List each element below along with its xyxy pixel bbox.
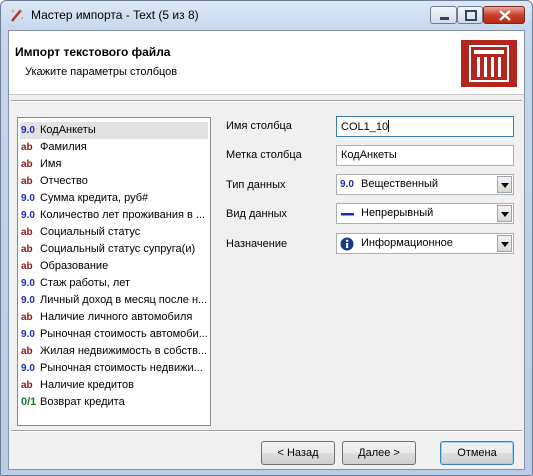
maximize-icon [465,10,477,21]
numeric-type-icon: 9.0 [21,210,35,221]
close-icon [499,10,511,21]
column-name-value: COL1_10 [341,121,389,133]
numeric-type-icon: 9.0 [21,125,35,136]
maximize-button[interactable] [457,6,483,24]
column-list-item-label: Фамилия [40,141,87,153]
cancel-button[interactable]: Отмена [440,441,514,465]
numeric-type-icon: 9.0 [21,329,35,340]
continuous-dash-icon [341,213,354,216]
next-button[interactable]: Далее > [342,441,416,465]
column-list-item[interactable]: ab Наличие личного автомобиля [20,309,208,326]
columns-list[interactable]: 9.0 КодАнкеты ab Фамилия ab Имя ab Отчество 9.0 С… [17,117,211,426]
column-list-item[interactable]: ab Жилая недвижимость в собств... [20,343,208,360]
back-button[interactable]: < Назад [261,441,335,465]
window-title: Мастер импорта - Text (5 из 8) [31,8,199,22]
data-type-value: Вещественный [361,178,439,190]
wizard-step-title: Импорт текстового файла [15,45,171,59]
column-list-item[interactable]: 9.0 КодАнкеты [20,122,208,139]
column-list-item-label: Наличие кредитов [40,379,134,391]
column-list-item-label: Рыночная стоимость автомоби... [40,328,208,340]
string-type-icon: ab [21,312,33,323]
info-icon [340,237,354,251]
header-divider [11,100,522,102]
string-type-icon: ab [21,142,33,153]
purpose-select[interactable]: Информационное [336,233,514,254]
string-type-icon: ab [21,227,33,238]
column-list-item-label: КодАнкеты [40,124,96,136]
purpose-label: Назначение [226,238,288,250]
data-type-label: Тип данных [226,179,286,191]
string-type-icon: ab [21,346,33,357]
footer-divider [11,430,522,432]
column-list-item[interactable]: 9.0 Рыночная стоимость недвижи... [20,360,208,377]
column-list-item[interactable]: 9.0 Сумма кредита, руб# [20,190,208,207]
column-list-item[interactable]: 9.0 Количество лет проживания в ... [20,207,208,224]
chevron-down-icon[interactable] [497,205,512,222]
column-list-item[interactable]: 0/1 Возврат кредита [20,394,208,411]
column-list-item-label: Сумма кредита, руб# [40,192,149,204]
column-label-label: Метка столбца [226,149,302,161]
chevron-down-icon[interactable] [497,176,512,193]
column-list-item[interactable]: 9.0 Стаж работы, лет [20,275,208,292]
data-type-select[interactable]: 9.0 Вещественный [336,174,514,195]
column-list-item[interactable]: 9.0 Рыночная стоимость автомоби... [20,326,208,343]
column-list-item-label: Рыночная стоимость недвижи... [40,362,203,374]
text-file-import-logo [461,40,517,87]
column-list-item-label: Социальный статус [40,226,141,238]
column-list-item[interactable]: ab Фамилия [20,139,208,156]
column-list-item-label: Имя [40,158,62,170]
data-kind-label: Вид данных [226,208,288,220]
column-list-item[interactable]: 9.0 Личный доход в месяц после н... [20,292,208,309]
close-button[interactable] [483,6,525,24]
title-bar[interactable]: Мастер импорта - Text (5 из 8) [1,1,532,29]
column-list-item-label: Жилая недвижимость в собств... [40,345,208,357]
column-list-item-label: Возврат кредита [40,396,125,408]
data-kind-value: Непрерывный [361,207,434,219]
column-list-item[interactable]: ab Наличие кредитов [20,377,208,394]
purpose-value: Информационное [361,237,453,249]
column-list-item[interactable]: ab Имя [20,156,208,173]
column-name-input[interactable]: COL1_10 [336,116,514,137]
column-name-label: Имя столбца [226,120,292,132]
numeric-type-icon: 9.0 [21,193,35,204]
column-label-value: КодАнкеты [341,149,397,161]
column-list-item-label: Наличие личного автомобиля [40,311,193,323]
column-label-input[interactable]: КодАнкеты [336,145,514,166]
wizard-step-subtitle: Укажите параметры столбцов [25,66,178,78]
string-type-icon: ab [21,176,33,187]
column-list-item-label: Количество лет проживания в ... [40,209,206,221]
numeric-type-icon: 9.0 [340,179,354,190]
column-list-item-label: Образование [40,260,109,272]
column-list-item[interactable]: ab Образование [20,258,208,275]
text-caret [388,120,390,132]
string-type-icon: ab [21,380,33,391]
wizard-client-area: Импорт текстового файла Укажите параметр… [8,30,525,470]
import-wizard-window: Мастер импорта - Text (5 из 8) Импорт те… [0,0,533,476]
column-list-item[interactable]: ab Социальный статус [20,224,208,241]
boolean-type-icon: 0/1 [21,396,37,408]
numeric-type-icon: 9.0 [21,363,35,374]
wizard-header: Импорт текстового файла Укажите параметр… [9,31,524,95]
column-list-item-label: Личный доход в месяц после н... [40,294,208,306]
column-list-item-label: Социальный статус супруга(и) [40,243,196,255]
data-kind-select[interactable]: Непрерывный [336,203,514,224]
minimize-button[interactable] [430,6,457,24]
column-list-item-label: Стаж работы, лет [40,277,131,289]
numeric-type-icon: 9.0 [21,278,35,289]
string-type-icon: ab [21,261,33,272]
column-list-item[interactable]: ab Отчество [20,173,208,190]
minimize-icon [440,17,449,20]
string-type-icon: ab [21,244,33,255]
numeric-type-icon: 9.0 [21,295,35,306]
column-list-item-label: Отчество [40,175,88,187]
string-type-icon: ab [21,159,33,170]
wizard-app-icon [11,9,24,22]
column-list-item[interactable]: ab Социальный статус супруга(и) [20,241,208,258]
chevron-down-icon[interactable] [497,235,512,252]
